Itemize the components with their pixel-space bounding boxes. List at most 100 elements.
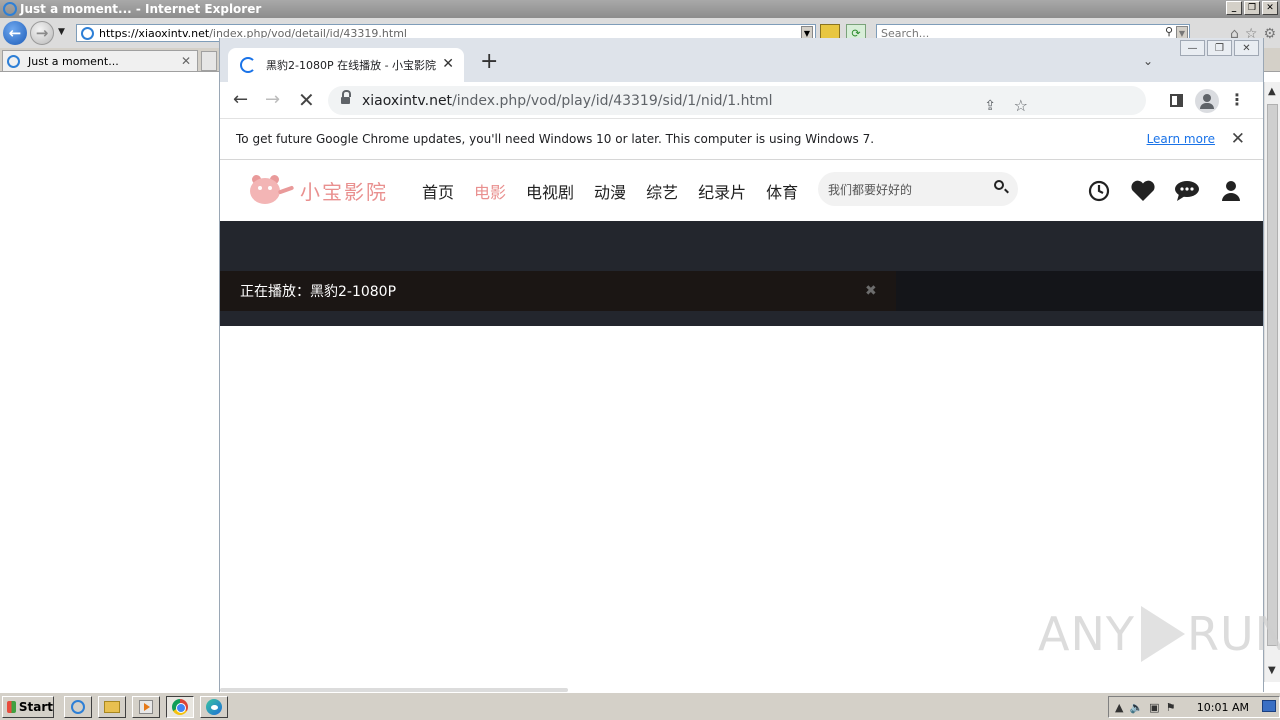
start-label: Start — [18, 700, 53, 714]
gear-icon[interactable]: ⚙ — [1263, 26, 1276, 42]
close-icon[interactable]: ✕ — [1234, 40, 1259, 56]
ie-window-controls: _ ❐ ✕ — [1226, 1, 1278, 15]
system-tray: ▲ 🔈 ▣ ⚑ 10:01 AM — [1108, 696, 1280, 718]
loading-spinner-icon — [240, 57, 256, 73]
video-player-area: 正在播放：黑豹2-1080P ✖ — [220, 221, 1263, 326]
search-icon[interactable]: ⚲ — [1165, 25, 1173, 38]
update-infobar: To get future Google Chrome updates, you… — [220, 119, 1263, 160]
taskbar-chrome-button[interactable] — [166, 696, 194, 718]
ie-tab-label: Just a moment... — [28, 54, 119, 68]
ie-icon — [71, 700, 85, 714]
logo-mascot-icon — [244, 172, 295, 208]
ie-scrollbar[interactable]: ▲ ▼ — [1264, 82, 1280, 682]
minimize-icon[interactable]: — — [1180, 40, 1205, 56]
page-icon — [81, 27, 94, 40]
scroll-up-icon[interactable]: ▲ — [1268, 86, 1276, 97]
close-icon[interactable]: ✕ — [181, 54, 191, 68]
chrome-icon — [172, 699, 188, 715]
heart-icon[interactable] — [1129, 177, 1157, 205]
volume-icon[interactable]: 🔈 — [1129, 701, 1143, 714]
learn-more-link[interactable]: Learn more — [1147, 132, 1215, 146]
watermark-left: ANY — [1038, 607, 1135, 661]
nav-item-anime[interactable]: 动漫 — [594, 179, 626, 203]
play-logo-icon — [1140, 606, 1185, 662]
now-playing-bar: 正在播放：黑豹2-1080P ✖ — [220, 271, 1263, 311]
chrome-window-controls: — ❐ ✕ — [1178, 40, 1259, 56]
watermark-right: RUN — [1186, 607, 1280, 661]
nav-item-movies[interactable]: 电影 — [474, 179, 506, 203]
edge-icon — [206, 699, 222, 715]
ie-history-dropdown-icon[interactable]: ▼ — [58, 27, 65, 37]
close-icon[interactable]: ✖ — [865, 283, 877, 299]
nav-item-documentary[interactable]: 纪录片 — [698, 179, 746, 203]
search-icon[interactable] — [994, 180, 1004, 190]
minimize-icon[interactable]: _ — [1226, 1, 1242, 15]
taskbar-clock[interactable]: 10:01 AM — [1197, 701, 1249, 714]
chrome-window: — ❐ ✕ 黑豹2-1080P 在线播放 - 小宝影院 - ✕ + ⌄ ← → … — [219, 38, 1264, 692]
forward-arrow-icon[interactable]: → — [265, 90, 280, 110]
side-panel-icon[interactable] — [1170, 94, 1183, 107]
ie-window-title: Just a moment... - Internet Explorer — [20, 2, 262, 16]
star-icon[interactable]: ☆ — [1014, 96, 1028, 115]
taskbar-ie-button[interactable] — [64, 696, 92, 718]
ie-new-tab-button[interactable] — [201, 51, 217, 71]
restore-icon[interactable]: ❐ — [1244, 1, 1260, 15]
nav-item-home[interactable]: 首页 — [422, 179, 454, 203]
close-icon[interactable]: ✕ — [1262, 1, 1278, 15]
now-playing-panel: 正在播放：黑豹2-1080P ✖ — [220, 271, 896, 311]
restore-icon[interactable]: ❐ — [1207, 40, 1232, 56]
ie-icon — [3, 2, 17, 16]
site-logo[interactable]: 小宝影院 — [244, 170, 388, 210]
share-icon[interactable]: ⇪ — [984, 98, 996, 114]
back-arrow-icon[interactable]: ← — [233, 90, 248, 110]
ie-tab[interactable]: Just a moment... ✕ — [2, 50, 198, 71]
folder-icon — [104, 701, 120, 713]
nav-item-variety[interactable]: 综艺 — [646, 179, 678, 203]
user-icon[interactable] — [1217, 177, 1245, 205]
omnibox-host: xiaoxintv.net — [362, 92, 453, 109]
windows-taskbar: Start ▲ 🔈 ▣ ⚑ 10:01 AM — [0, 692, 1280, 720]
taskbar-explorer-button[interactable] — [98, 696, 126, 718]
ie-address-host: https://xiaoxintv.net — [99, 26, 210, 40]
scroll-down-icon[interactable]: ▼ — [1268, 665, 1276, 676]
lock-icon[interactable] — [341, 90, 351, 105]
ie-title-bar: Just a moment... - Internet Explorer _ ❐… — [0, 0, 1280, 18]
omnibox[interactable]: xiaoxintv.net/index.php/vod/play/id/4331… — [328, 86, 1146, 115]
nav-item-tv-series[interactable]: 电视剧 — [526, 179, 574, 203]
close-icon[interactable]: ✕ — [1231, 129, 1245, 149]
site-header: 小宝影院 首页 电影 电视剧 动漫 综艺 纪录片 体育 我们都要好好的 — [220, 160, 1263, 221]
infobar-message: To get future Google Chrome updates, you… — [236, 132, 875, 146]
logo-text: 小宝影院 — [300, 179, 388, 204]
site-search-input[interactable]: 我们都要好好的 — [818, 172, 1018, 206]
ie-back-button[interactable]: ← — [3, 21, 27, 45]
chrome-tab-title: 黑豹2-1080P 在线播放 - 小宝影院 - — [266, 59, 436, 72]
chevron-down-icon[interactable]: ⌄ — [1143, 54, 1153, 68]
chrome-toolbar: ← → ✕ xiaoxintv.net/index.php/vod/play/i… — [220, 82, 1263, 119]
profile-avatar-icon[interactable] — [1195, 89, 1219, 113]
chevron-up-icon[interactable]: ▲ — [1115, 701, 1123, 714]
comments-icon[interactable] — [1173, 177, 1201, 205]
history-clock-icon[interactable] — [1085, 177, 1113, 205]
chrome-tab-strip: — ❐ ✕ 黑豹2-1080P 在线播放 - 小宝影院 - ✕ + ⌄ — [220, 38, 1263, 82]
start-button[interactable]: Start — [2, 696, 54, 718]
network-icon[interactable]: ▣ — [1149, 701, 1159, 714]
stop-loading-icon[interactable]: ✕ — [298, 90, 315, 110]
taskbar-edge-button[interactable] — [200, 696, 228, 718]
nav-item-sports[interactable]: 体育 — [766, 179, 798, 203]
ie-forward-button[interactable]: → — [30, 21, 54, 45]
chrome-tab[interactable]: 黑豹2-1080P 在线播放 - 小宝影院 - ✕ — [228, 48, 464, 82]
flag-icon[interactable]: ⚑ — [1166, 701, 1176, 714]
site-search-placeholder: 我们都要好好的 — [828, 182, 913, 197]
main-nav: 首页 电影 电视剧 动漫 综艺 纪录片 体育 — [422, 179, 818, 203]
close-icon[interactable]: ✕ — [442, 56, 454, 72]
media-player-icon — [139, 700, 153, 714]
anyrun-watermark: ANY RUN — [1038, 606, 1280, 662]
omnibox-path: /index.php/vod/play/id/43319/sid/1/nid/1… — [452, 92, 773, 109]
ie-icon — [7, 54, 20, 68]
now-playing-text: 正在播放：黑豹2-1080P — [240, 284, 397, 300]
new-tab-button[interactable]: + — [480, 51, 498, 73]
kebab-menu-icon[interactable]: ⋮ — [1229, 90, 1245, 109]
show-desktop-icon[interactable] — [1262, 700, 1276, 712]
scrollbar-thumb[interactable] — [1267, 104, 1278, 646]
taskbar-media-player-button[interactable] — [132, 696, 160, 718]
